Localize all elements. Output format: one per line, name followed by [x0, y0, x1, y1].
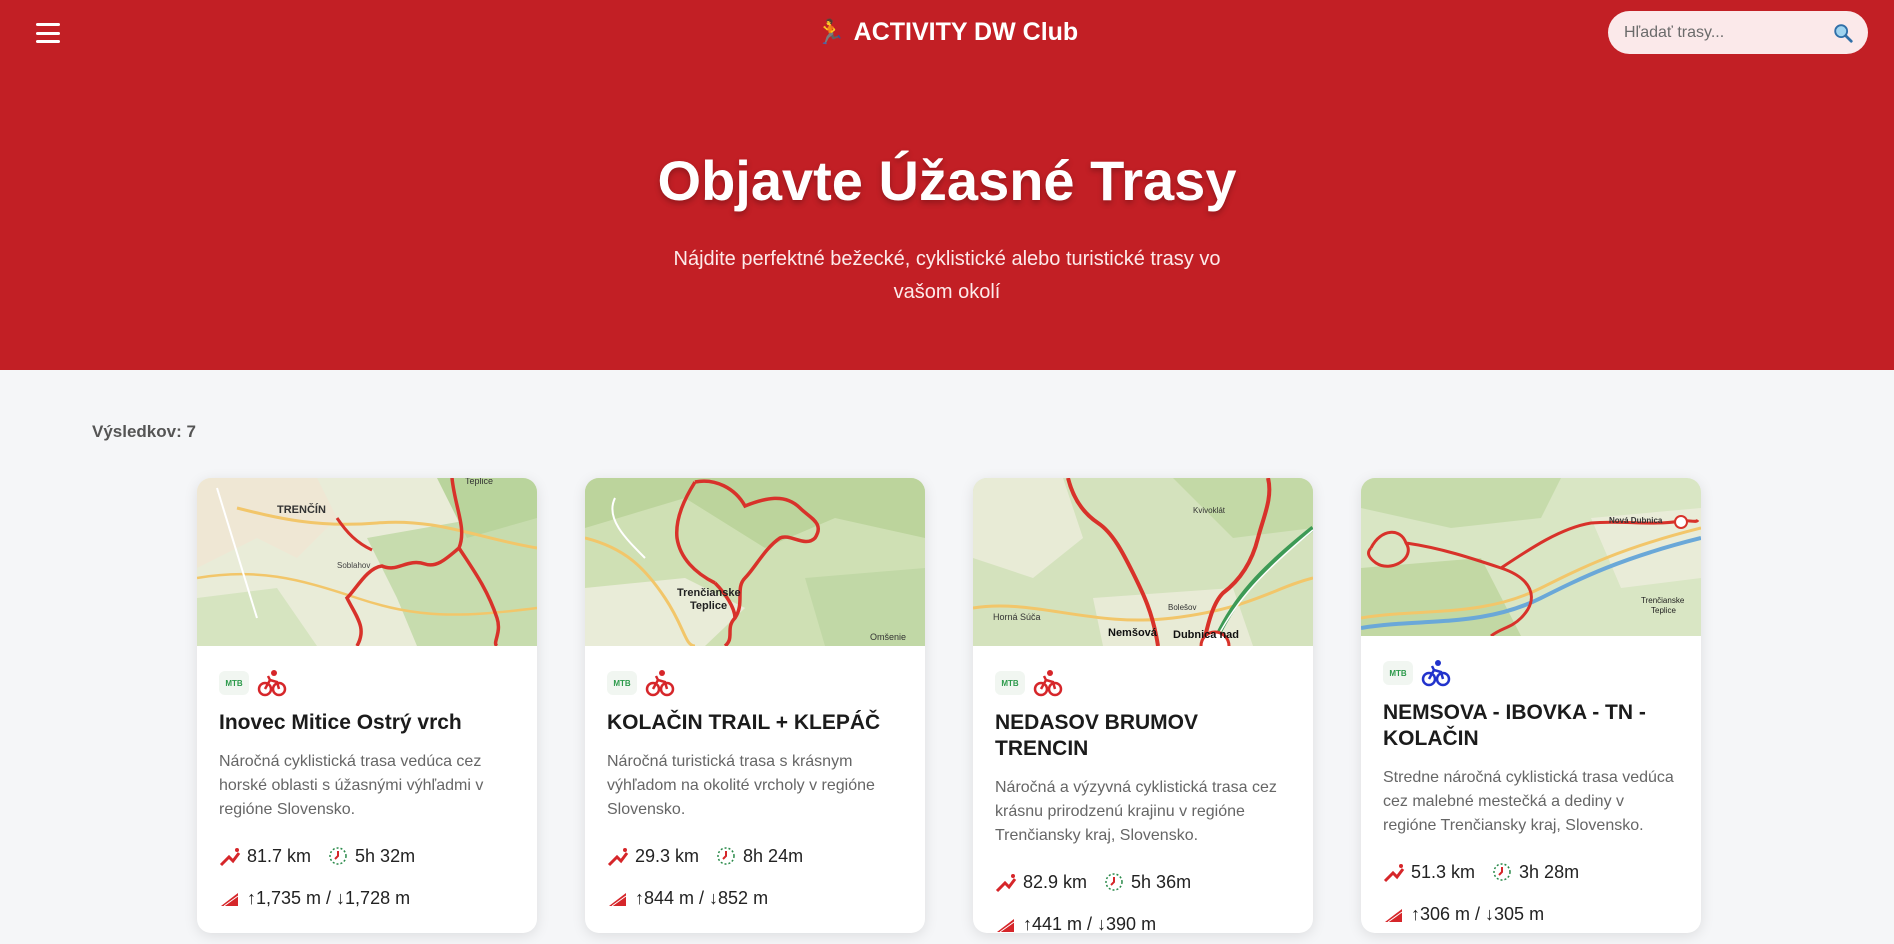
elevation-icon: [609, 893, 627, 907]
map-label: Trenčianske: [1641, 596, 1685, 605]
mtb-badge: MTB: [1383, 661, 1413, 685]
route-map-thumbnail: Nová Dubnica Trenčianske Teplice: [1361, 478, 1701, 636]
distance-icon: [1383, 864, 1405, 883]
route-card[interactable]: TRENČÍN Teplice Soblahov MTB Inovec Miti…: [197, 478, 537, 933]
card-duration: 8h 24m: [743, 845, 804, 866]
route-map-thumbnail: Nemšová Dubnica nad Horná Súča Kvivoklát…: [973, 478, 1313, 646]
card-duration: 5h 32m: [355, 845, 416, 866]
route-map-thumbnail: Trenčianske Teplice Omšenie: [585, 478, 925, 646]
card-description: Náročná a výzyvná cyklistická trasa cez …: [995, 779, 1277, 844]
card-distance: 81.7 km: [247, 845, 312, 866]
card-title: NEDASOV BRUMOV TRENCIN: [995, 711, 1199, 760]
route-card[interactable]: Nemšová Dubnica nad Horná Súča Kvivoklát…: [973, 478, 1313, 933]
distance-icon: [607, 848, 629, 867]
card-description: Náročná cyklistická trasa vedúca cez hor…: [219, 753, 484, 818]
mtb-badge: MTB: [607, 671, 637, 695]
route-card[interactable]: Nová Dubnica Trenčianske Teplice MTB NEM…: [1361, 478, 1701, 933]
map-label: Teplice: [465, 478, 493, 486]
bike-red-icon: [257, 670, 287, 697]
distance-icon: [219, 848, 241, 867]
card-elevation: ↑1,735 m / ↓1,728 m: [247, 887, 411, 908]
map-label: TRENČÍN: [277, 503, 326, 516]
map-label: Teplice: [1651, 606, 1676, 615]
map-label: Kvivoklát: [1193, 506, 1226, 515]
route-card[interactable]: Trenčianske Teplice Omšenie MTB KOLAČIN …: [585, 478, 925, 933]
hero-subtitle: Nájdite perfektné bežecké, cyklistické a…: [673, 248, 1221, 303]
map-label: Omšenie: [870, 632, 906, 642]
card-duration: 3h 28m: [1519, 861, 1580, 882]
route-map-thumbnail: TRENČÍN Teplice Soblahov: [197, 478, 537, 646]
clock-icon: [329, 847, 347, 865]
runner-icon: 🏃: [815, 19, 846, 46]
bike-red-icon: [1033, 670, 1063, 697]
map-label: Nemšová: [1108, 627, 1158, 639]
bike-red-icon: [645, 670, 675, 697]
elevation-icon: [221, 893, 239, 907]
search-box: [1608, 11, 1868, 54]
card-duration: 5h 36m: [1131, 871, 1192, 892]
card-title: NEMSOVA - IBOVKA - TN - KOLAČIN: [1383, 701, 1646, 750]
hero-title: Objavte Úžasné Trasy: [657, 149, 1237, 212]
card-distance: 82.9 km: [1023, 871, 1088, 892]
brand-name: ACTIVITY DW Club: [853, 18, 1079, 46]
clock-icon: [717, 847, 735, 865]
map-label: Bolešov: [1168, 603, 1196, 612]
top-bar: 🏃 ACTIVITY DW Club: [0, 0, 1894, 68]
search-icon[interactable]: [1832, 22, 1854, 44]
card-title: Inovec Mitice Ostrý vrch: [219, 711, 462, 734]
elevation-icon: [997, 919, 1015, 933]
card-description: Náročná turistická trasa s krásnym výhľa…: [607, 753, 875, 818]
card-description: Stredne náročná cyklistická trasa vedúca…: [1383, 769, 1674, 834]
card-title: KOLAČIN TRAIL + KLEPÁČ: [607, 711, 881, 734]
search-input[interactable]: [1624, 23, 1832, 42]
hero-section: Objavte Úžasné Trasy Nájdite perfektné b…: [0, 68, 1894, 370]
card-elevation: ↑844 m / ↓852 m: [635, 887, 769, 908]
hamburger-menu-icon[interactable]: [34, 20, 62, 46]
clock-icon: [1493, 863, 1511, 881]
card-distance: 29.3 km: [635, 845, 700, 866]
bike-blue-icon: [1421, 660, 1451, 687]
map-label: Soblahov: [337, 561, 370, 570]
map-label: Teplice: [690, 600, 727, 612]
map-label: Trenčianske: [677, 587, 741, 599]
mtb-badge: MTB: [995, 671, 1025, 695]
map-label: Nová Dubnica: [1609, 516, 1663, 525]
card-elevation: ↑441 m / ↓390 m: [1023, 913, 1157, 934]
clock-icon: [1105, 873, 1123, 891]
card-distance: 51.3 km: [1411, 861, 1476, 882]
distance-icon: [995, 874, 1017, 893]
map-label: Dubnica nad: [1173, 629, 1239, 641]
results-count: Výsledkov: 7: [92, 422, 196, 441]
elevation-icon: [1385, 909, 1403, 923]
mtb-badge: MTB: [219, 671, 249, 695]
map-label: Horná Súča: [993, 612, 1041, 622]
card-elevation: ↑306 m / ↓305 m: [1411, 903, 1545, 924]
